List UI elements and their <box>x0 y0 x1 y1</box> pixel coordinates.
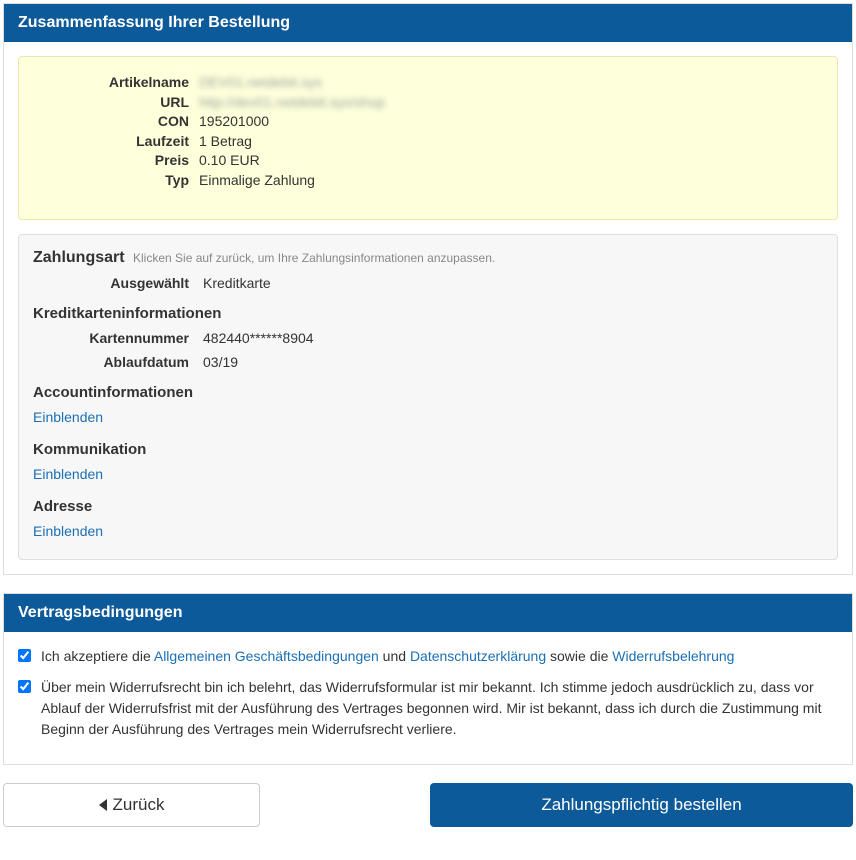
button-row: Zurück Zahlungspflichtig bestellen <box>3 783 853 827</box>
terms-text-prefix: Ich akzeptiere die <box>41 648 154 664</box>
laufzeit-label: Laufzeit <box>29 132 199 152</box>
artikelname-label: Artikelname <box>29 73 199 93</box>
laufzeit-value: 1 Betrag <box>199 132 252 152</box>
order-summary-header: Zusammenfassung Ihrer Bestellung <box>4 4 852 42</box>
order-button[interactable]: Zahlungspflichtig bestellen <box>430 783 853 827</box>
back-button-label: Zurück <box>113 795 165 815</box>
card-number-value: 482440******8904 <box>203 330 823 346</box>
accept-terms-checkbox[interactable] <box>18 649 31 662</box>
terms-panel: Vertragsbedingungen Ich akzeptiere die A… <box>3 593 853 765</box>
agb-link[interactable]: Allgemeinen Geschäftsbedingungen <box>154 648 379 664</box>
selected-payment-value: Kreditkarte <box>203 275 823 291</box>
payment-details-box: Zahlungsart Klicken Sie auf zurück, um I… <box>18 234 838 560</box>
withdrawal-info-checkbox[interactable] <box>18 680 31 693</box>
artikelname-value: DEV01.netdebit.sys <box>199 73 322 93</box>
terms-header: Vertragsbedingungen <box>4 594 852 632</box>
order-summary-panel: Zusammenfassung Ihrer Bestellung Artikel… <box>3 3 853 575</box>
withdrawal-info-text: Über mein Widerrufsrecht bin ich belehrt… <box>41 677 838 740</box>
terms-checkbox-row-2: Über mein Widerrufsrecht bin ich belehrt… <box>18 677 838 740</box>
address-toggle[interactable]: Einblenden <box>33 523 103 539</box>
order-item-box: Artikelname DEV01.netdebit.sys URL http:… <box>18 56 838 220</box>
typ-label: Typ <box>29 171 199 191</box>
preis-label: Preis <box>29 151 199 171</box>
card-expiry-label: Ablaufdatum <box>33 354 203 370</box>
preis-value: 0.10 EUR <box>199 151 260 171</box>
payment-method-hint: Klicken Sie auf zurück, um Ihre Zahlungs… <box>133 251 495 265</box>
terms-text-mid2: sowie die <box>546 648 612 664</box>
card-expiry-value: 03/19 <box>203 354 823 370</box>
chevron-left-icon <box>99 799 107 811</box>
terms-body: Ich akzeptiere die Allgemeinen Geschäfts… <box>4 632 852 764</box>
terms-text-mid1: und <box>379 648 410 664</box>
withdrawal-link[interactable]: Widerrufsbelehrung <box>612 648 734 664</box>
privacy-link[interactable]: Datenschutzerklärung <box>410 648 546 664</box>
address-title: Adresse <box>33 498 823 515</box>
card-info-title: Kreditkarteninformationen <box>33 305 823 322</box>
account-info-title: Accountinformationen <box>33 384 823 401</box>
url-value: http://dev01.netdebit.sys/shop <box>199 93 385 113</box>
con-value: 195201000 <box>199 112 269 132</box>
typ-value: Einmalige Zahlung <box>199 171 315 191</box>
communication-title: Kommunikation <box>33 441 823 458</box>
con-label: CON <box>29 112 199 132</box>
communication-toggle[interactable]: Einblenden <box>33 466 103 482</box>
account-info-toggle[interactable]: Einblenden <box>33 409 103 425</box>
selected-payment-label: Ausgewählt <box>33 275 203 291</box>
url-label: URL <box>29 93 199 113</box>
accept-terms-text: Ich akzeptiere die Allgemeinen Geschäfts… <box>41 646 838 667</box>
back-button[interactable]: Zurück <box>3 783 260 827</box>
card-number-label: Kartennummer <box>33 330 203 346</box>
order-summary-body: Artikelname DEV01.netdebit.sys URL http:… <box>4 42 852 574</box>
terms-checkbox-row-1: Ich akzeptiere die Allgemeinen Geschäfts… <box>18 646 838 667</box>
payment-method-title: Zahlungsart <box>33 249 125 266</box>
